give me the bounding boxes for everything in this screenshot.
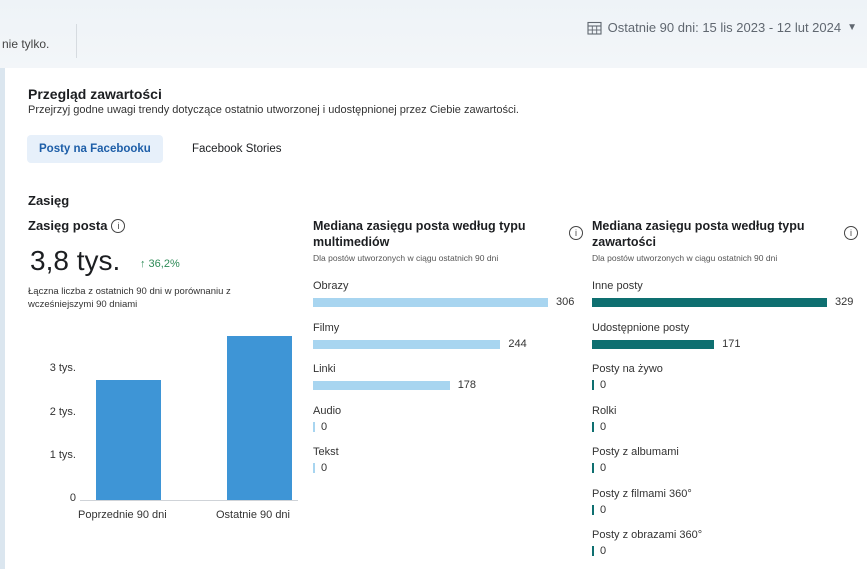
bar-value: 171	[722, 337, 741, 350]
bar-value: 0	[600, 420, 607, 433]
category-label: Posty z albumami	[592, 446, 679, 458]
bar-value: 0	[600, 503, 607, 516]
bar[interactable]	[592, 298, 827, 307]
x-tick-label: Ostatnie 90 dni	[216, 509, 290, 521]
bar[interactable]	[592, 504, 594, 515]
bar[interactable]	[96, 379, 161, 500]
bar[interactable]	[592, 339, 715, 349]
category-label: Linki	[313, 363, 336, 375]
bar[interactable]	[592, 380, 594, 390]
category-label: Obrazy	[313, 280, 349, 292]
tab-facebook-posts[interactable]: Posty na Facebooku	[27, 135, 163, 163]
bar[interactable]	[313, 463, 315, 473]
bar-value: 0	[600, 379, 607, 391]
date-range-label: Ostatnie 90 dni: 15 lis 2023 - 12 lut 20…	[607, 20, 842, 35]
bar-value: 306	[556, 296, 575, 308]
bar[interactable]	[227, 336, 292, 500]
x-tick-label: Poprzednie 90 dni	[78, 509, 167, 521]
overview-title: Przegląd zawartości	[28, 86, 162, 102]
truncated-text: nie tylko.	[2, 37, 50, 51]
y-tick-label: 1 tys.	[49, 448, 76, 461]
bar[interactable]	[313, 298, 548, 307]
bar[interactable]	[313, 381, 450, 390]
bar-value: 0	[321, 420, 328, 433]
content-chart-title: Mediana zasięgu posta według typu zawart…	[592, 219, 805, 249]
caret-down-icon: ▼	[847, 22, 857, 33]
y-tick-label: 2 tys.	[49, 405, 76, 418]
date-range-selector[interactable]: Ostatnie 90 dni: 15 lis 2023 - 12 lut 20…	[587, 20, 857, 35]
overview-subtitle: Przejrzyj godne uwagi trendy dotyczące o…	[28, 104, 519, 116]
category-label: Posty z filmami 360°	[592, 487, 692, 500]
bar[interactable]	[592, 421, 594, 432]
y-tick-label: 0	[69, 492, 76, 504]
info-icon[interactable]: i	[569, 226, 583, 240]
bar-value: 0	[600, 462, 607, 474]
reach-description: Łączna liczba z ostatnich 90 dni w porów…	[28, 286, 231, 310]
category-label: Udostępnione posty	[592, 321, 690, 334]
calendar-icon	[587, 21, 602, 35]
reach-title: Zasięg posta i	[28, 218, 126, 233]
x-axis	[80, 500, 298, 501]
reach-delta: ↑ 36,2%	[140, 258, 180, 270]
category-label: Posty z obrazami 360°	[592, 529, 703, 541]
reach-title-label: Zasięg posta	[28, 218, 108, 233]
media-chart-title: Mediana zasięgu posta według typu multim…	[313, 219, 526, 249]
media-chart-subtitle: Dla postów utworzonych w ciągu ostatnich…	[313, 253, 499, 263]
bar-value: 329	[835, 296, 854, 308]
bar[interactable]	[313, 421, 315, 432]
category-label: Rolki	[592, 404, 617, 417]
category-label: Inne posty	[592, 280, 643, 292]
category-label: Tekst	[313, 446, 339, 458]
category-label: Filmy	[313, 321, 340, 334]
tab-facebook-stories[interactable]: Facebook Stories	[180, 135, 294, 163]
bar[interactable]	[592, 546, 594, 556]
bar-value: 0	[600, 545, 607, 557]
bar-value: 178	[457, 379, 477, 391]
category-label: Audio	[313, 404, 342, 417]
content-chart-subtitle: Dla postów utworzonych w ciągu ostatnich…	[592, 253, 778, 263]
bar[interactable]	[313, 339, 501, 349]
bar[interactable]	[592, 463, 594, 473]
reach-value: 3,8 tys.	[30, 245, 121, 276]
info-icon[interactable]: i	[844, 226, 858, 240]
bar-value: 244	[508, 337, 527, 350]
top-bar: nie tylko. Ostatnie 90 dni: 15 lis 2023 …	[0, 0, 867, 68]
category-label: Posty na żywo	[592, 363, 663, 375]
section-title: Zasięg	[28, 193, 70, 208]
y-tick-label: 3 tys.	[49, 362, 76, 375]
divider	[76, 24, 77, 58]
bar-value: 0	[321, 462, 328, 474]
info-icon[interactable]: i	[111, 218, 126, 233]
